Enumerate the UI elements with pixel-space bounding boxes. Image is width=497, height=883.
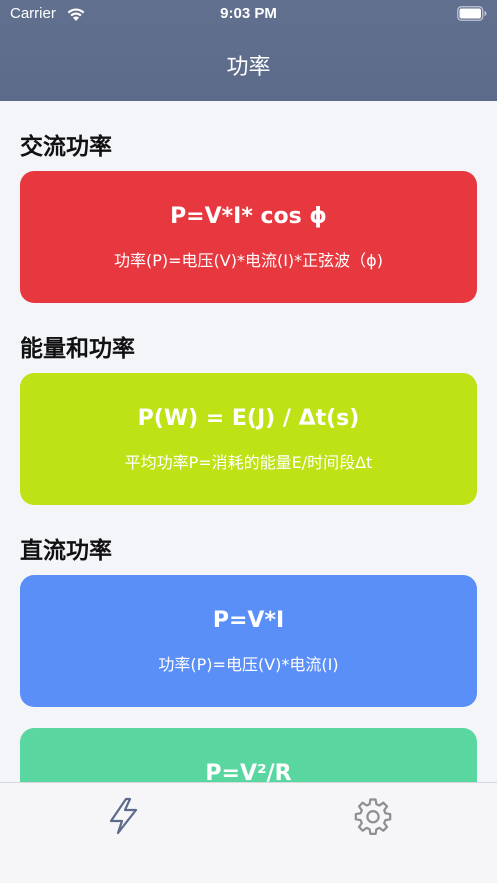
app-screen: Carrier 9:03 PM 功率 交流功率 P=V*I* cos ϕ 功率(… xyxy=(0,0,497,883)
formula-text: P=V²/R xyxy=(205,761,292,782)
page-title: 功率 xyxy=(226,55,271,80)
formula-card-dc-power-resistance[interactable]: P=V²/R xyxy=(20,728,477,782)
formula-card-energy-power[interactable]: P(W) = E(J) / Δt(s) 平均功率P=消耗的能量E/时间段Δt xyxy=(20,373,477,505)
header: Carrier 9:03 PM 功率 xyxy=(0,0,497,101)
formula-text: P(W) = E(J) / Δt(s) xyxy=(137,406,360,431)
section-title-ac-power: 交流功率 xyxy=(20,134,112,160)
formula-card-dc-power[interactable]: P=V*I 功率(P)=电压(V)*电流(I) xyxy=(20,575,477,707)
lightning-icon[interactable] xyxy=(104,795,144,835)
formula-list[interactable]: 交流功率 P=V*I* cos ϕ 功率(P)=电压(V)*电流(I)*正弦波（… xyxy=(0,101,497,782)
formula-description: 功率(P)=电压(V)*电流(I) xyxy=(158,655,339,674)
formula-card-ac-power[interactable]: P=V*I* cos ϕ 功率(P)=电压(V)*电流(I)*正弦波（ϕ) xyxy=(20,171,477,303)
formula-text: P=V*I xyxy=(212,608,285,633)
section-title-energy-power: 能量和功率 xyxy=(20,336,135,362)
formula-description: 平均功率P=消耗的能量E/时间段Δt xyxy=(124,453,373,472)
tab-bar xyxy=(0,782,497,883)
formula-text: P=V*I* cos ϕ xyxy=(170,204,327,229)
section-title-dc-power: 直流功率 xyxy=(20,538,112,564)
formula-description: 功率(P)=电压(V)*电流(I)*正弦波（ϕ) xyxy=(114,251,383,270)
status-bar: Carrier 9:03 PM xyxy=(0,0,497,30)
gear-icon[interactable] xyxy=(353,795,393,835)
battery-icon xyxy=(457,6,487,21)
status-time: 9:03 PM xyxy=(220,5,277,22)
